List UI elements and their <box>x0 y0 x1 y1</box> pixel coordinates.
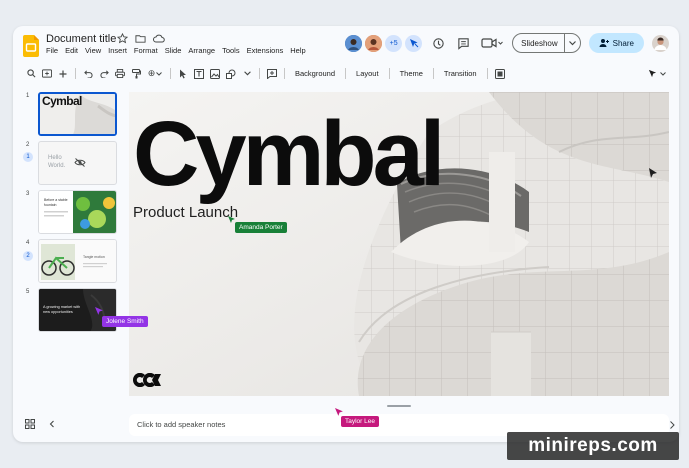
chevron-right-icon[interactable] <box>670 421 675 429</box>
comments-icon[interactable] <box>455 35 472 52</box>
avatar[interactable] <box>345 34 363 52</box>
slide-thumbnail[interactable]: Cymbal <box>38 92 117 136</box>
transition-button[interactable]: Transition <box>440 69 481 78</box>
zoom-icon: ⊕ <box>147 68 156 78</box>
insert-image-icon[interactable] <box>209 66 221 81</box>
slide-thumbnail[interactable]: Tangle motion <box>38 239 117 283</box>
slide-title[interactable]: Cymbal <box>133 102 445 207</box>
theme-button[interactable]: Theme <box>396 69 427 78</box>
select-cursor-icon[interactable] <box>177 66 189 81</box>
star-icon[interactable] <box>116 32 129 45</box>
slideshow-dropdown-button[interactable] <box>563 34 580 52</box>
menu-help[interactable]: Help <box>290 46 305 55</box>
collaborator-avatars: +5 <box>345 34 423 52</box>
menu-file[interactable]: File <box>46 46 58 55</box>
more-collaborators-badge[interactable]: +5 <box>385 34 403 52</box>
comment-count-badge[interactable]: 2 <box>23 251 33 261</box>
menu-bar: File Edit View Insert Format Slide Arran… <box>46 46 306 55</box>
account-avatar[interactable] <box>652 34 669 52</box>
thumbnail-title: Cymbal <box>42 94 82 108</box>
pointer-icon <box>648 69 657 78</box>
collaborator-cursor-icon <box>95 307 103 315</box>
speaker-notes-placeholder: Click to add speaker notes <box>137 420 226 429</box>
collaborator-name-tag: Taylor Lee <box>341 416 379 427</box>
menu-insert[interactable]: Insert <box>108 46 127 55</box>
pointer-mode-dropdown[interactable] <box>647 66 667 81</box>
slide-canvas[interactable]: Cymbal Product Launch Amanda Porter <box>129 92 669 396</box>
redo-icon[interactable] <box>98 66 110 81</box>
search-menus-icon[interactable] <box>25 66 37 81</box>
shape-icon[interactable] <box>225 66 237 81</box>
toolbar: ⊕ Background Layout Theme Transition <box>25 65 667 82</box>
move-folder-icon[interactable] <box>134 32 147 45</box>
slide-number: 5 <box>26 289 30 295</box>
menu-format[interactable]: Format <box>134 46 158 55</box>
slideshow-button[interactable]: Slideshow <box>513 39 563 48</box>
cymbal-logo-icon <box>133 373 161 387</box>
share-button[interactable]: Share <box>588 33 644 53</box>
menu-edit[interactable]: Edit <box>65 46 78 55</box>
comment-count-badge[interactable]: 1 <box>23 152 33 162</box>
slide-number: 1 <box>26 93 30 99</box>
slides-app-window: Document title File Edit View Insert For… <box>13 26 679 442</box>
menu-arrange[interactable]: Arrange <box>188 46 215 55</box>
chevron-down-icon <box>243 71 251 76</box>
menu-slide[interactable]: Slide <box>165 46 182 55</box>
paint-format-icon[interactable] <box>130 66 142 81</box>
version-history-icon[interactable] <box>430 35 447 52</box>
animation-icon[interactable] <box>494 66 506 81</box>
slide-number: 3 <box>26 191 30 197</box>
undo-icon[interactable] <box>82 66 94 81</box>
toolbar-divider <box>432 68 434 79</box>
chevron-down-icon <box>156 71 163 76</box>
toolbar-divider <box>259 68 260 79</box>
person-add-icon <box>599 39 609 47</box>
slide-thumbnail[interactable]: Hello World. <box>38 141 117 185</box>
thumbnail-title: Tangle motion <box>83 255 105 259</box>
collaborator-name-tag: Jolene Smith <box>102 316 148 327</box>
slide-filmstrip: 1 Cymbal 2 1 Hello World. 3 Before a sta… <box>13 90 123 340</box>
toolbar-divider <box>486 68 488 79</box>
collaborator-name-tag: Amanda Porter <box>235 222 287 233</box>
chevron-down-icon <box>660 71 666 76</box>
toolbar-divider <box>170 68 171 79</box>
layout-button[interactable]: Layout <box>352 69 383 78</box>
new-slide-icon[interactable] <box>41 66 53 81</box>
slide-number: 4 <box>26 240 30 246</box>
slideshow-button-group: Slideshow <box>512 33 581 53</box>
collaborator-cursors-icon[interactable] <box>405 34 423 52</box>
zoom-dropdown[interactable]: ⊕ <box>146 66 164 81</box>
line-dropdown[interactable] <box>241 66 253 81</box>
video-call-icon[interactable] <box>480 35 504 52</box>
toolbar-divider <box>284 68 285 79</box>
insert-comment-icon[interactable] <box>266 66 278 81</box>
slide-thumbnail[interactable]: Before a stable fountain <box>38 190 117 234</box>
cloud-status-icon[interactable] <box>152 32 165 45</box>
slide-subtitle[interactable]: Product Launch <box>133 204 238 221</box>
menu-view[interactable]: View <box>85 46 101 55</box>
toolbar-divider <box>75 68 76 79</box>
background-button[interactable]: Background <box>291 69 339 78</box>
hidden-slide-icon <box>74 158 86 167</box>
toolbar-divider <box>388 68 390 79</box>
share-label: Share <box>612 38 634 48</box>
menu-extensions[interactable]: Extensions <box>247 46 284 55</box>
chevron-left-icon[interactable] <box>49 419 55 429</box>
notes-resize-handle[interactable] <box>387 405 411 407</box>
menu-tools[interactable]: Tools <box>222 46 240 55</box>
text-box-icon[interactable] <box>193 66 205 81</box>
document-title[interactable]: Document title <box>46 33 116 45</box>
thumbnail-title: A growing market with new opportunities <box>43 305 81 314</box>
slide-number: 2 <box>26 142 30 148</box>
avatar[interactable] <box>365 34 383 52</box>
watermark: minireps.com <box>507 432 679 460</box>
toolbar-divider <box>345 68 347 79</box>
add-icon[interactable] <box>57 66 69 81</box>
thumbnail-title: Before a stable fountain <box>44 198 68 207</box>
chevron-down-icon <box>568 40 576 45</box>
print-icon[interactable] <box>114 66 126 81</box>
slides-logo-icon[interactable] <box>23 35 39 57</box>
grid-view-icon[interactable] <box>25 419 35 429</box>
